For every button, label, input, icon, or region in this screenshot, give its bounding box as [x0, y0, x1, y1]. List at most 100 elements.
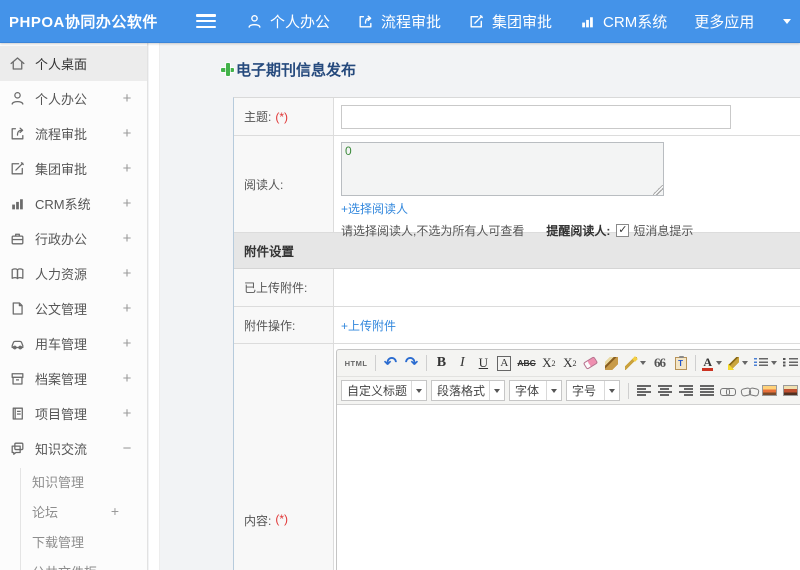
bullet-list-icon [782, 357, 798, 369]
nav-item-workflow-approval[interactable]: 流程审批 [357, 11, 441, 32]
app-logo: PHPOA协同办公软件 [9, 13, 158, 31]
nav-item-more-apps[interactable]: 更多应用 [694, 11, 754, 32]
sidebar: 个人桌面 个人办公 + 流程审批 + 集团审批 + CRM系统 + 行政办公 + [0, 43, 148, 570]
page-title-row: 电子期刊信息发布 [221, 59, 356, 80]
expand-icon[interactable]: + [121, 300, 133, 317]
expand-icon[interactable]: + [121, 90, 133, 107]
sms-checkbox[interactable]: ✓ [616, 224, 630, 237]
expand-icon[interactable]: + [121, 160, 133, 177]
readers-textarea[interactable]: 0 [341, 142, 664, 196]
expand-icon[interactable]: + [121, 195, 133, 212]
font-color-button[interactable]: A [700, 352, 725, 374]
sidebar-item-knowledge-exchange[interactable]: 知识交流 − [0, 431, 147, 466]
expand-icon[interactable]: + [121, 125, 133, 142]
html-source-button[interactable]: HTML [341, 352, 371, 374]
collapse-icon[interactable]: − [121, 440, 133, 457]
italic-button[interactable]: I [452, 352, 473, 374]
sidebar-scrollbar-track[interactable] [149, 43, 160, 570]
image-icon [762, 385, 777, 396]
insert-image-button[interactable] [759, 380, 780, 402]
undo-button[interactable]: ↶ [380, 352, 401, 374]
unlink-icon [741, 386, 756, 396]
quick-format-button[interactable] [622, 352, 649, 374]
strikethrough-button[interactable]: ABC [515, 352, 538, 374]
link-icon [720, 386, 736, 396]
sidebar-item-vehicle-mgmt[interactable]: 用车管理 + [0, 326, 147, 361]
attachment-op-label: 附件操作: [234, 307, 334, 343]
editor-content-area[interactable] [337, 404, 800, 570]
document-icon [9, 300, 26, 317]
subscript-button[interactable]: X2 [559, 352, 580, 374]
sidebar-subitem-public-cabinet[interactable]: 公共文件柜 [0, 556, 147, 570]
clipboard-icon: T [674, 355, 687, 370]
chevron-down-icon [742, 361, 749, 365]
sidebar-item-personal-desktop[interactable]: 个人桌面 [0, 46, 147, 81]
blockquote-button[interactable]: 66 [649, 352, 670, 374]
ordered-list-icon [754, 357, 768, 369]
media-icon [783, 385, 798, 396]
font-size-select[interactable]: 字号 [565, 380, 621, 401]
expand-icon[interactable]: + [121, 230, 133, 247]
sidebar-item-workflow-approval[interactable]: 流程审批 + [0, 116, 147, 151]
brush-icon [605, 356, 619, 370]
insert-media-button[interactable] [780, 380, 800, 402]
chevron-down-icon [604, 381, 619, 400]
required-mark: (*) [275, 512, 289, 526]
nav-item-crm[interactable]: CRM系统 [579, 11, 667, 32]
expand-icon[interactable]: + [121, 335, 133, 352]
highlight-button[interactable] [725, 352, 752, 374]
sidebar-item-group-approval[interactable]: 集团审批 + [0, 151, 147, 186]
sidebar-subitem-download-mgmt[interactable]: 下载管理 [0, 526, 147, 556]
remove-link-button[interactable] [738, 380, 759, 402]
redo-button[interactable]: ↷ [401, 352, 422, 374]
align-left-button[interactable] [633, 380, 654, 402]
chevron-down-icon [716, 361, 723, 365]
editor-toolbar-row1: HTML ↶ ↷ B I U A ABC X2 X2 66 T A [337, 350, 800, 377]
format-painter-button[interactable] [601, 352, 622, 374]
resize-grip-icon[interactable] [653, 185, 663, 195]
expand-icon[interactable]: + [121, 405, 133, 422]
select-readers-link[interactable]: +选择阅读人 [341, 200, 408, 217]
hamburger-menu-icon[interactable] [196, 14, 216, 28]
align-justify-button[interactable] [696, 380, 717, 402]
expand-icon[interactable]: + [109, 503, 121, 519]
upload-attachment-link[interactable]: +上传附件 [341, 317, 396, 334]
readers-hint: 请选择阅读人,不选为所有人可查看 [341, 224, 525, 238]
sidebar-item-hr[interactable]: 人力资源 + [0, 256, 147, 291]
ordered-list-button[interactable] [751, 352, 780, 374]
person-icon [9, 90, 26, 107]
readers-label: 阅读人: [234, 136, 334, 232]
align-center-button[interactable] [654, 380, 675, 402]
sidebar-item-personal-office[interactable]: 个人办公 + [0, 81, 147, 116]
sidebar-item-archive-mgmt[interactable]: 档案管理 + [0, 361, 147, 396]
readers-row: 阅读人: 0 +选择阅读人 请选择阅读人,不选为所有人可查看 提醒阅读人: ✓ … [234, 136, 800, 238]
nav-item-personal-office[interactable]: 个人办公 [246, 11, 330, 32]
sidebar-item-admin-office[interactable]: 行政办公 + [0, 221, 147, 256]
font-family-select[interactable]: 字体 [509, 380, 562, 401]
subject-input[interactable] [341, 104, 731, 129]
heading-select[interactable]: 自定义标题 [341, 380, 427, 401]
align-justify-icon [699, 385, 714, 396]
sidebar-item-document-mgmt[interactable]: 公文管理 + [0, 291, 147, 326]
eraser-button[interactable] [580, 352, 601, 374]
expand-icon[interactable]: + [121, 265, 133, 282]
font-style-button[interactable]: A [494, 352, 515, 374]
chevron-down-icon[interactable] [783, 18, 792, 24]
sidebar-subitem-knowledge-mgmt[interactable]: 知识管理 [0, 466, 147, 496]
sidebar-subitem-forum[interactable]: 论坛 + [0, 496, 147, 526]
highlighter-icon [727, 356, 740, 370]
insert-link-button[interactable] [717, 380, 738, 402]
align-right-button[interactable] [675, 380, 696, 402]
bold-button[interactable]: B [431, 352, 452, 374]
expand-icon[interactable]: + [121, 370, 133, 387]
remind-readers-label: 提醒阅读人: [546, 224, 611, 238]
paragraph-format-select[interactable]: 段落格式 [431, 380, 506, 401]
superscript-button[interactable]: X2 [538, 352, 559, 374]
nav-item-group-approval[interactable]: 集团审批 [468, 11, 552, 32]
sidebar-item-crm[interactable]: CRM系统 + [0, 186, 147, 221]
required-mark: (*) [275, 109, 289, 124]
underline-button[interactable]: U [473, 352, 494, 374]
unordered-list-button[interactable] [780, 352, 800, 374]
sidebar-item-project-mgmt[interactable]: 项目管理 + [0, 396, 147, 431]
paste-as-text-button[interactable]: T [670, 352, 691, 374]
